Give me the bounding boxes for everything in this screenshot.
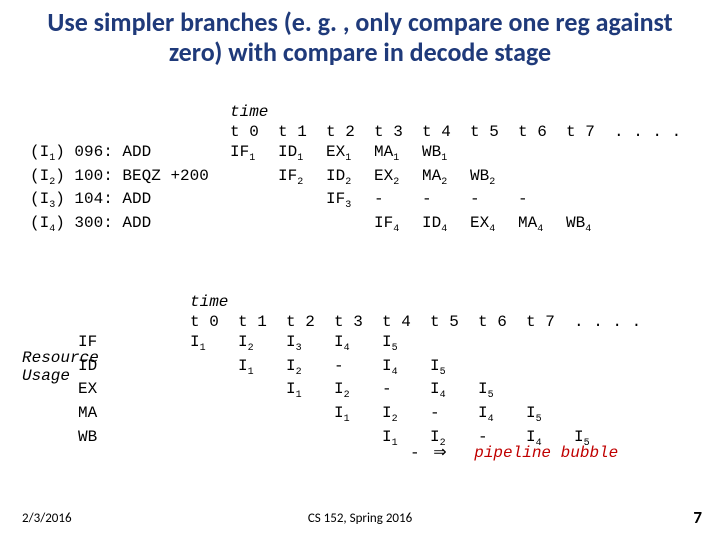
resource-table: time t 0t 1t 2t 3t 4t 5t 6t 7. . . . IFI… — [30, 292, 632, 450]
time-label: time — [190, 293, 228, 311]
footer-course: CS 152, Spring 2016 — [0, 511, 720, 526]
resource-row: IFI1I2I3I4I5 — [30, 332, 632, 356]
footer-page-number: 7 — [693, 507, 702, 528]
bubble-legend: - ⇒ pipeline bubble — [410, 442, 618, 462]
arrow-icon: ⇒ — [433, 444, 446, 461]
pipeline-row: (I4) 300: ADDIF4ID4EX4MA4WB4 — [30, 213, 672, 237]
dash-symbol: - — [410, 444, 433, 462]
pipeline-header-row: t 0t 1t 2t 3t 4t 5t 6t 7. . . . — [30, 122, 672, 142]
pipeline-table: time t 0t 1t 2t 3t 4t 5t 6t 7. . . . (I1… — [30, 102, 672, 237]
resource-row: MAI1I2-I4I5 — [30, 403, 632, 427]
pipeline-row: (I3) 104: ADDIF3---- — [30, 189, 672, 213]
slide-title: Use simpler branches (e. g. , only compa… — [0, 0, 720, 68]
resource-row: IDI1I2-I4I5 — [30, 356, 632, 380]
pipeline-row: (I2) 100: BEQZ +200IF2ID2EX2MA2WB2 — [30, 166, 672, 190]
bubble-label: pipeline bubble — [474, 444, 618, 462]
pipeline-row: (I1) 096: ADDIF1ID1EX1MA1WB1 — [30, 142, 672, 166]
resource-row: EXI1I2-I4I5 — [30, 379, 632, 403]
resource-header-row: t 0t 1t 2t 3t 4t 5t 6t 7. . . . — [30, 312, 632, 332]
time-label: time — [230, 103, 268, 121]
